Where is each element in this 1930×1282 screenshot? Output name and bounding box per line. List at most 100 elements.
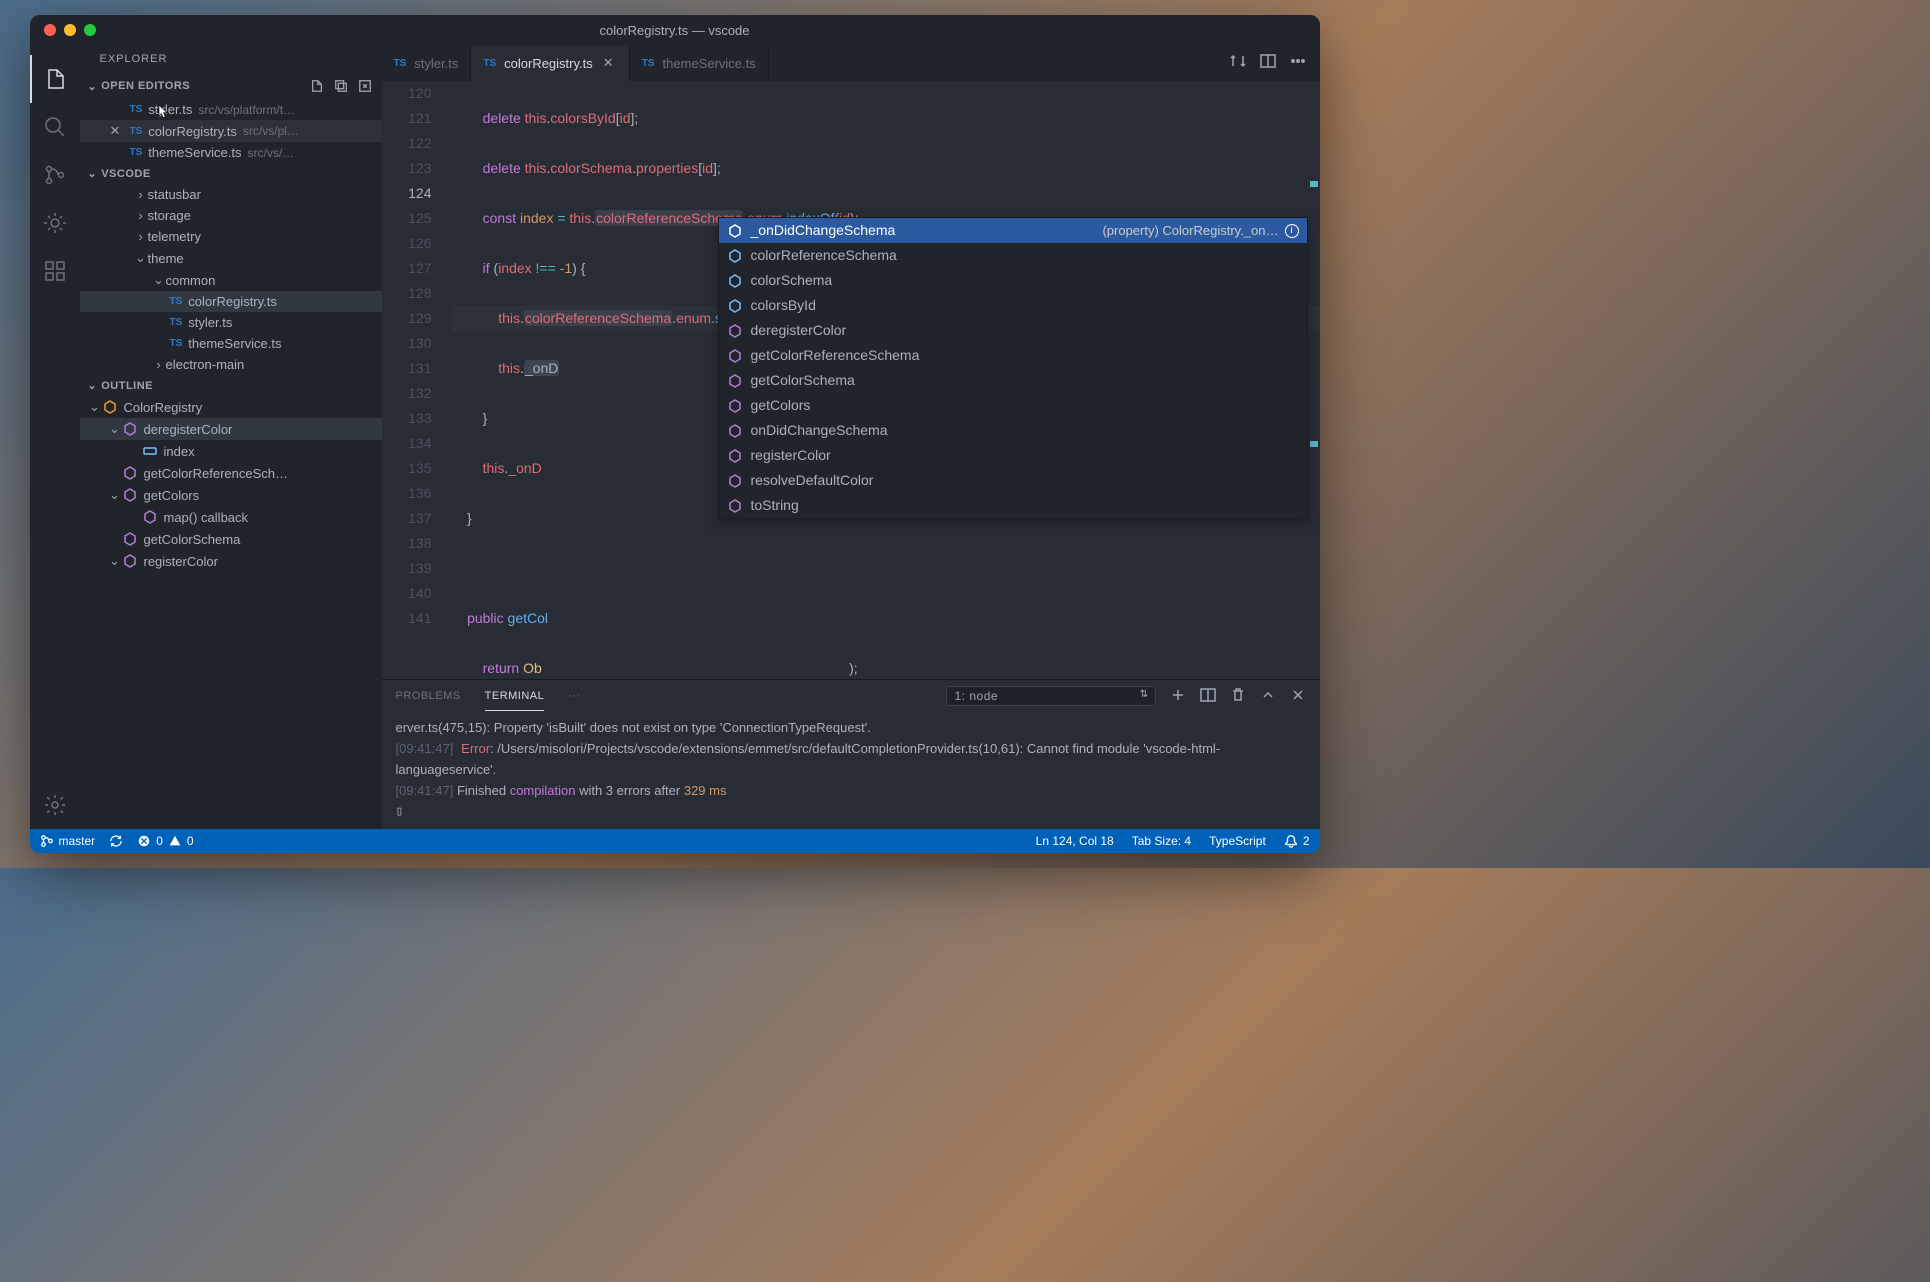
suggest-item[interactable]: colorReferenceSchema — [719, 243, 1307, 268]
explorer-icon[interactable] — [30, 55, 80, 103]
suggest-widget[interactable]: _onDidChangeSchema(property) ColorRegist… — [718, 217, 1308, 519]
compare-changes-icon[interactable] — [1230, 53, 1246, 74]
language-mode[interactable]: TypeScript — [1209, 834, 1266, 848]
problems-status[interactable]: 0 0 — [137, 834, 193, 848]
line-number[interactable]: 139 — [382, 556, 432, 581]
terminal-body[interactable]: erver.ts(475,15): Property 'isBuilt' doe… — [382, 712, 1320, 829]
line-number[interactable]: 140 — [382, 581, 432, 606]
close-icon[interactable]: ✕ — [110, 123, 126, 139]
workspace-header[interactable]: ⌄ VSCODE — [80, 163, 382, 184]
split-editor-icon[interactable] — [1260, 53, 1276, 74]
folder-item[interactable]: ⌄theme — [80, 247, 382, 269]
line-number[interactable]: 124 — [382, 181, 432, 206]
line-number[interactable]: 131 — [382, 356, 432, 381]
source-control-icon[interactable] — [30, 151, 80, 199]
folder-item[interactable]: ›statusbar — [80, 184, 382, 205]
suggest-item[interactable]: colorsById — [719, 293, 1307, 318]
open-editor-item[interactable]: TS styler.ts src/vs/platform/t… — [80, 99, 382, 120]
line-number[interactable]: 121 — [382, 106, 432, 131]
info-icon[interactable]: i — [1285, 224, 1299, 238]
titlebar[interactable]: colorRegistry.ts — vscode — [30, 15, 1320, 45]
notifications[interactable]: 2 — [1284, 834, 1310, 848]
new-terminal-icon[interactable] — [1170, 687, 1186, 706]
save-all-icon[interactable] — [332, 77, 350, 95]
code-content[interactable]: delete this.colorsById[id]; delete this.… — [452, 81, 1320, 679]
line-number[interactable]: 130 — [382, 331, 432, 356]
outline-item[interactable]: getColorReferenceSch… — [80, 462, 382, 484]
suggest-item[interactable]: deregisterColor — [719, 318, 1307, 343]
editor-tab[interactable]: TSstyler.ts — [382, 45, 472, 81]
line-number[interactable]: 141 — [382, 606, 432, 631]
suggest-item[interactable]: getColorSchema — [719, 368, 1307, 393]
outline-item[interactable]: ⌄registerColor — [80, 550, 382, 572]
line-number[interactable]: 138 — [382, 531, 432, 556]
line-number[interactable]: 126 — [382, 231, 432, 256]
close-panel-icon[interactable] — [1290, 687, 1306, 706]
suggest-item[interactable]: toString — [719, 493, 1307, 518]
line-number[interactable]: 133 — [382, 406, 432, 431]
minimap[interactable] — [1306, 81, 1320, 679]
trash-icon[interactable] — [1230, 687, 1246, 706]
tab-size[interactable]: Tab Size: 4 — [1132, 834, 1191, 848]
folder-item[interactable]: ›telemetry — [80, 226, 382, 247]
line-number[interactable]: 132 — [382, 381, 432, 406]
outline-item[interactable]: map() callback — [80, 506, 382, 528]
line-number[interactable]: 134 — [382, 431, 432, 456]
line-number[interactable]: 128 — [382, 281, 432, 306]
open-editors-header[interactable]: ⌄ OPEN EDITORS — [80, 73, 382, 99]
outline-item[interactable]: ⌄ColorRegistry — [80, 396, 382, 418]
more-actions-icon[interactable] — [1290, 53, 1306, 74]
file-item[interactable]: TSthemeService.ts — [80, 333, 382, 354]
open-editor-item[interactable]: TS themeService.ts src/vs/… — [80, 142, 382, 163]
chevron-up-icon[interactable] — [1260, 687, 1276, 706]
split-terminal-icon[interactable] — [1200, 687, 1216, 706]
suggest-item[interactable]: _onDidChangeSchema(property) ColorRegist… — [719, 218, 1307, 243]
new-file-icon[interactable] — [308, 77, 326, 95]
cursor-position[interactable]: Ln 124, Col 18 — [1036, 834, 1114, 848]
suggest-item[interactable]: getColors — [719, 393, 1307, 418]
terminal-tab[interactable]: TERMINAL — [485, 682, 545, 711]
line-number[interactable]: 125 — [382, 206, 432, 231]
search-icon[interactable] — [30, 103, 80, 151]
git-branch[interactable]: master — [40, 834, 96, 848]
line-number[interactable]: 129 — [382, 306, 432, 331]
line-number[interactable]: 123 — [382, 156, 432, 181]
line-number[interactable]: 127 — [382, 256, 432, 281]
zoom-window-icon[interactable] — [84, 24, 96, 36]
more-panel-icon[interactable]: ··· — [568, 682, 581, 710]
close-tab-icon[interactable]: ✕ — [603, 55, 617, 71]
folder-item[interactable]: ›storage — [80, 205, 382, 226]
file-item[interactable]: TSstyler.ts — [80, 312, 382, 333]
sync-icon[interactable] — [109, 834, 123, 848]
suggest-item[interactable]: getColorReferenceSchema — [719, 343, 1307, 368]
file-item[interactable]: TScolorRegistry.ts — [80, 291, 382, 312]
extensions-icon[interactable] — [30, 247, 80, 295]
problems-tab[interactable]: PROBLEMS — [396, 682, 461, 710]
line-number[interactable]: 120 — [382, 81, 432, 106]
folder-item[interactable]: ›electron-main — [80, 354, 382, 375]
code-editor[interactable]: 1201211221231241251261271281291301311321… — [382, 81, 1320, 679]
suggest-item[interactable]: onDidChangeSchema — [719, 418, 1307, 443]
editor-tab[interactable]: TSthemeService.ts — [630, 45, 769, 81]
outline-item[interactable]: ⌄getColors — [80, 484, 382, 506]
debug-icon[interactable] — [30, 199, 80, 247]
minimize-window-icon[interactable] — [64, 24, 76, 36]
close-all-icon[interactable] — [356, 77, 374, 95]
close-window-icon[interactable] — [44, 24, 56, 36]
outline-item[interactable]: index — [80, 440, 382, 462]
line-number[interactable]: 136 — [382, 481, 432, 506]
open-editor-item[interactable]: ✕ TS colorRegistry.ts src/vs/pl… — [80, 120, 382, 142]
settings-gear-icon[interactable] — [30, 781, 80, 829]
folder-item[interactable]: ⌄common — [80, 269, 382, 291]
line-number[interactable]: 137 — [382, 506, 432, 531]
outline-item[interactable]: ⌄deregisterColor — [80, 418, 382, 440]
outline-item[interactable]: getColorSchema — [80, 528, 382, 550]
suggest-item[interactable]: colorSchema — [719, 268, 1307, 293]
suggest-item[interactable]: registerColor — [719, 443, 1307, 468]
suggest-item[interactable]: resolveDefaultColor — [719, 468, 1307, 493]
terminal-selector[interactable]: 1: node — [946, 686, 1156, 706]
editor-tab[interactable]: TScolorRegistry.ts✕ — [471, 45, 629, 81]
line-number[interactable]: 122 — [382, 131, 432, 156]
outline-header[interactable]: ⌄ OUTLINE — [80, 375, 382, 396]
line-number[interactable]: 135 — [382, 456, 432, 481]
